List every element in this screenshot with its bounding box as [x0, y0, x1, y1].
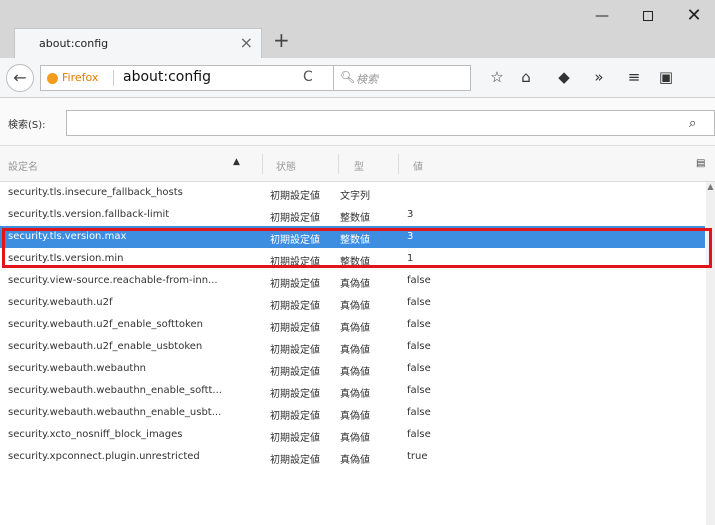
- close-window-button[interactable]: ✕: [671, 0, 715, 32]
- maximize-button[interactable]: [625, 0, 671, 32]
- pref-name: security.webauth.webauthn: [8, 363, 147, 374]
- pref-name: security.webauth.webauthn_enable_usbt...: [8, 407, 222, 418]
- firefox-icon: [47, 73, 58, 84]
- pref-name: security.xcto_nosniff_block_images: [8, 429, 183, 440]
- back-button[interactable]: ←: [6, 64, 34, 92]
- pref-type: 文字列: [340, 191, 370, 202]
- filter-input[interactable]: [66, 110, 715, 136]
- table-row[interactable]: security.webauth.webauthn_enable_usbt...…: [0, 402, 705, 424]
- pref-status: 初期設定値: [270, 279, 320, 290]
- extra-toolbar-icon[interactable]: ▣: [655, 66, 677, 88]
- pref-type: 真偽値: [340, 389, 370, 400]
- pref-name: security.view-source.reachable-from-inn.…: [8, 275, 218, 286]
- pref-status: 初期設定値: [270, 367, 320, 378]
- overflow-icon[interactable]: »: [588, 66, 610, 88]
- pref-type: 真偽値: [340, 367, 370, 378]
- bookmark-star-icon[interactable]: ☆: [486, 66, 508, 88]
- new-tab-button[interactable]: +: [273, 28, 290, 52]
- pref-value: false: [407, 385, 431, 396]
- pref-value: 3: [407, 209, 414, 220]
- column-header-status[interactable]: 状態: [276, 158, 296, 173]
- pref-status: 初期設定値: [270, 455, 320, 466]
- identity-label: Firefox: [62, 71, 99, 84]
- search-bar[interactable]: 🔍︎ 検索: [333, 65, 471, 91]
- table-row[interactable]: security.webauth.u2f 初期設定値 真偽値 false: [0, 292, 705, 314]
- table-row[interactable]: security.tls.version.fallback-limit 初期設定値…: [0, 204, 705, 226]
- pref-status: 初期設定値: [270, 191, 320, 202]
- search-icon: 🔍︎: [340, 70, 356, 84]
- column-header-value[interactable]: 値: [413, 158, 423, 173]
- table-row[interactable]: security.webauth.webauthn_enable_softt..…: [0, 380, 705, 402]
- pref-type: 真偽値: [340, 411, 370, 422]
- pref-value: true: [407, 451, 428, 462]
- pref-name: security.tls.version.fallback-limit: [8, 209, 170, 220]
- filter-label: 検索(S):: [8, 120, 46, 131]
- pref-name: security.webauth.u2f_enable_softtoken: [8, 319, 203, 330]
- pref-status: 初期設定値: [270, 411, 320, 422]
- pref-value: false: [407, 275, 431, 286]
- tab-title: about:config: [39, 37, 109, 50]
- column-divider[interactable]: [338, 154, 339, 174]
- pref-type: 真偽値: [340, 323, 370, 334]
- column-picker-icon[interactable]: ▤: [696, 158, 705, 169]
- pref-value: false: [407, 319, 431, 330]
- pref-status: 初期設定値: [270, 213, 320, 224]
- pref-type: 真偽値: [340, 455, 370, 466]
- pref-name: security.webauth.webauthn_enable_softt..…: [8, 385, 222, 396]
- library-icon[interactable]: ⌂: [515, 66, 537, 88]
- pref-name: security.tls.insecure_fallback_hosts: [8, 187, 183, 198]
- pref-type: 真偽値: [340, 345, 370, 356]
- pref-type: 真偽値: [340, 279, 370, 290]
- column-divider[interactable]: [398, 154, 399, 174]
- column-header-name[interactable]: 設定名: [8, 158, 38, 173]
- pref-type: 整数値: [340, 213, 370, 224]
- pref-value: false: [407, 429, 431, 440]
- table-row[interactable]: security.xpconnect.plugin.unrestricted 初期…: [0, 446, 705, 468]
- highlight-box: [2, 228, 712, 268]
- reload-icon[interactable]: C: [303, 69, 313, 85]
- table-row[interactable]: security.view-source.reachable-from-inn.…: [0, 270, 705, 292]
- search-placeholder: 検索: [356, 73, 378, 86]
- pref-status: 初期設定値: [270, 345, 320, 356]
- table-header: 設定名 ▲ 状態 型 値 ▤: [0, 146, 715, 182]
- filter-bar: 検索(S): ⌕: [0, 98, 715, 146]
- url-text: about:config: [123, 69, 211, 85]
- pref-value: false: [407, 407, 431, 418]
- pref-status: 初期設定値: [270, 433, 320, 444]
- pref-status: 初期設定値: [270, 389, 320, 400]
- preferences-list: security.tls.insecure_fallback_hosts 初期設定…: [0, 182, 715, 468]
- maximize-icon: [643, 11, 653, 21]
- pref-name: security.xpconnect.plugin.unrestricted: [8, 451, 200, 462]
- pref-value: false: [407, 363, 431, 374]
- pref-name: security.webauth.u2f: [8, 297, 113, 308]
- sort-ascending-icon: ▲: [233, 157, 240, 167]
- pref-name: security.webauth.u2f_enable_usbtoken: [8, 341, 203, 352]
- column-header-type[interactable]: 型: [354, 158, 364, 173]
- url-divider: [113, 70, 114, 86]
- title-bar: about:config × + — ✕: [0, 0, 715, 58]
- tab-close-icon[interactable]: ×: [240, 33, 253, 52]
- pref-type: 真偽値: [340, 301, 370, 312]
- column-divider[interactable]: [262, 154, 263, 174]
- filter-search-icon[interactable]: ⌕: [689, 116, 696, 131]
- pref-value: false: [407, 297, 431, 308]
- menu-icon[interactable]: ≡: [623, 66, 645, 88]
- pref-type: 真偽値: [340, 433, 370, 444]
- tab-about-config[interactable]: about:config ×: [14, 28, 262, 58]
- scroll-up-icon[interactable]: ▲: [706, 182, 715, 191]
- minimize-button[interactable]: —: [579, 0, 625, 32]
- table-row[interactable]: security.xcto_nosniff_block_images 初期設定値 真…: [0, 424, 705, 446]
- table-row[interactable]: security.tls.insecure_fallback_hosts 初期設定…: [0, 182, 705, 204]
- table-row[interactable]: security.webauth.u2f_enable_usbtoken 初期設定…: [0, 336, 705, 358]
- pref-status: 初期設定値: [270, 301, 320, 312]
- pocket-icon[interactable]: ◆: [553, 66, 575, 88]
- pref-status: 初期設定値: [270, 323, 320, 334]
- pref-value: false: [407, 341, 431, 352]
- table-row[interactable]: security.webauth.webauthn 初期設定値 真偽値 false: [0, 358, 705, 380]
- navigation-bar: ← Firefox about:config C 🔍︎ 検索 ☆ ⌂ ◆ » ≡…: [0, 58, 715, 98]
- table-row[interactable]: security.webauth.u2f_enable_softtoken 初期設…: [0, 314, 705, 336]
